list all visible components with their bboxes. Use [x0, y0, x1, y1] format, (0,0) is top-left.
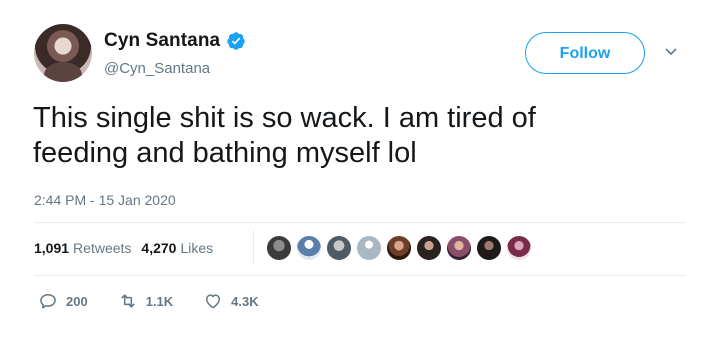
- stats-separator: [253, 230, 254, 264]
- retweets-label[interactable]: Retweets: [73, 240, 131, 256]
- retweets-count[interactable]: 1,091: [34, 240, 69, 256]
- tweet-card: Cyn Santana @Cyn_Santana Follow This sin…: [0, 0, 720, 352]
- retweet-button[interactable]: 1.1K: [118, 291, 173, 311]
- liker-avatar[interactable]: [506, 235, 532, 261]
- divider: [34, 275, 686, 276]
- retweet-icon: [121, 294, 135, 308]
- heart-icon: [206, 294, 221, 309]
- reply-button[interactable]: 200: [38, 291, 88, 311]
- retweet-count: 1.1K: [145, 293, 174, 309]
- like-button[interactable]: 4.3K: [203, 291, 259, 311]
- liker-avatar[interactable]: [356, 235, 382, 261]
- tweet-text-line: This single shit is so wack. I am tired …: [33, 102, 536, 134]
- verified-badge-icon: [227, 32, 245, 50]
- liker-avatar[interactable]: [266, 235, 292, 261]
- avatar[interactable]: [34, 24, 92, 82]
- likes-count[interactable]: 4,270: [141, 240, 176, 256]
- tweet-timestamp[interactable]: 2:44 PM - 15 Jan 2020: [34, 192, 176, 208]
- liker-avatar[interactable]: [326, 235, 352, 261]
- tweet-text-line: feeding and bathing myself lol: [33, 137, 417, 169]
- liker-avatar[interactable]: [386, 235, 412, 261]
- tweet-actions: 200 1.1K 4.3K: [38, 291, 289, 311]
- liker-avatar[interactable]: [296, 235, 322, 261]
- user-handle[interactable]: @Cyn_Santana: [104, 60, 210, 77]
- engagement-stats: 1,091 Retweets 4,270 Likes: [34, 240, 223, 256]
- divider: [34, 222, 686, 223]
- name-row: Cyn Santana: [104, 30, 246, 52]
- liker-avatar[interactable]: [416, 235, 442, 261]
- likes-label[interactable]: Likes: [180, 240, 213, 256]
- liker-avatar[interactable]: [476, 235, 502, 261]
- follow-button[interactable]: Follow: [525, 32, 645, 74]
- liker-avatars: [266, 235, 536, 261]
- tweet-text: This single shit is so wack. I am tired …: [33, 101, 673, 171]
- like-count: 4.3K: [231, 293, 259, 309]
- chevron-down-icon[interactable]: [664, 44, 678, 58]
- display-name[interactable]: Cyn Santana: [104, 30, 220, 52]
- liker-avatar[interactable]: [446, 235, 472, 261]
- reply-count: 200: [66, 293, 88, 309]
- reply-icon: [40, 294, 56, 309]
